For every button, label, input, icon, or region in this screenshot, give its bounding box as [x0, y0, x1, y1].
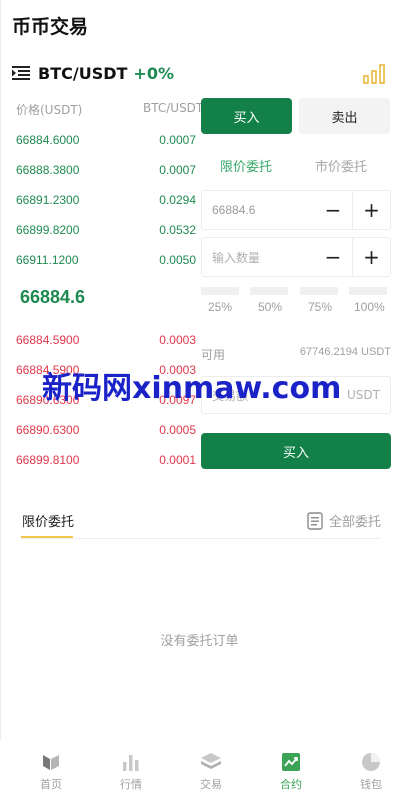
bid-price: 66899.8100 — [16, 453, 80, 467]
page-title: 币币交易 — [12, 16, 89, 38]
orderbook-amount-header: BTC/USDT — [143, 101, 204, 115]
empty-orders-text: 没有委托订单 — [160, 634, 239, 649]
ask-amount: 0.0050 — [159, 253, 196, 267]
tab-home-label: 首页 — [40, 778, 62, 791]
percent-25-label[interactable]: 25% — [208, 300, 232, 314]
orders-divider — [21, 538, 381, 539]
tab-market-label: 行情 — [120, 778, 142, 791]
price-plus-button[interactable]: + — [352, 191, 390, 229]
trade-icon — [200, 752, 222, 772]
trade-amount-unit: USDT — [347, 388, 380, 402]
available-value: 67746.2194 USDT — [299, 346, 391, 358]
ask-price: 66911.1200 — [16, 253, 79, 267]
ask-price: 66891.2300 — [16, 193, 80, 207]
bid-row[interactable]: 66884.5900 0.0003 — [16, 330, 196, 350]
ask-amount: 0.0294 — [159, 193, 196, 207]
percent-75-label[interactable]: 75% — [308, 300, 332, 314]
price-stepper: 66884.6 − + — [201, 190, 391, 230]
menu-icon — [12, 66, 30, 80]
limit-order-tab[interactable]: 限价委托 — [220, 156, 272, 175]
ask-row[interactable]: 66884.6000 0.0007 — [16, 130, 196, 150]
bid-price: 66890.6300 — [16, 423, 80, 437]
percent-50-bar[interactable] — [250, 287, 288, 295]
left-edge-divider — [0, 0, 1, 797]
bottom-tab-bar: 首页 行情 交易 合约 钱包 — [0, 740, 399, 797]
document-list-icon — [307, 511, 323, 530]
sell-tab[interactable]: 卖出 — [299, 98, 390, 134]
tab-wallet-label: 钱包 — [360, 778, 382, 791]
bid-price: 66884.5900 — [16, 333, 80, 347]
price-input[interactable]: 66884.6 — [202, 203, 314, 217]
quantity-input[interactable]: 输入数量 — [202, 249, 314, 266]
market-order-tab[interactable]: 市价委托 — [315, 156, 367, 175]
ask-row[interactable]: 66891.2300 0.0294 — [16, 190, 196, 210]
ask-amount: 0.0007 — [159, 163, 196, 177]
ask-price: 66899.8200 — [16, 223, 80, 237]
quantity-stepper: 输入数量 − + — [201, 237, 391, 277]
quantity-plus-button[interactable]: + — [352, 238, 390, 276]
percent-50-label[interactable]: 50% — [258, 300, 282, 314]
tab-trade[interactable]: 交易 — [171, 740, 251, 797]
price-minus-button[interactable]: − — [314, 191, 352, 229]
ask-price: 66884.6000 — [16, 133, 80, 147]
orders-tab-underline — [21, 536, 73, 538]
orderbook-price-header: 价格(USDT) — [16, 103, 83, 117]
ask-row[interactable]: 66888.3800 0.0007 — [16, 160, 196, 180]
tab-market[interactable]: 行情 — [91, 740, 171, 797]
pair-selector[interactable]: BTC/USDT +0% — [12, 62, 174, 84]
all-orders-label: 全部委托 — [328, 515, 381, 530]
bid-row[interactable]: 66899.8100 0.0001 — [16, 450, 196, 470]
bid-row[interactable]: 66890.6300 0.0005 — [16, 420, 196, 440]
buy-submit-button[interactable]: 买入 — [201, 433, 391, 469]
limit-orders-tab[interactable]: 限价委托 — [22, 511, 74, 530]
ask-amount: 0.0007 — [159, 133, 196, 147]
all-orders-link[interactable]: 全部委托 — [307, 511, 381, 530]
wallet-icon — [360, 752, 382, 772]
ask-amount: 0.0532 — [159, 223, 196, 237]
ask-price: 66888.3800 — [16, 163, 80, 177]
percent-75-bar[interactable] — [300, 287, 338, 295]
bid-amount: 0.0003 — [159, 333, 196, 347]
last-price: 66884.6 — [20, 287, 86, 307]
percent-25-bar[interactable] — [201, 287, 239, 295]
percent-100-label[interactable]: 100% — [354, 300, 385, 314]
tab-trade-label: 交易 — [200, 778, 222, 791]
tab-wallet[interactable]: 钱包 — [331, 740, 399, 797]
percent-100-bar[interactable] — [349, 287, 387, 295]
tab-contract-label: 合约 — [280, 778, 302, 791]
ask-row[interactable]: 66911.1200 0.0050 — [16, 250, 196, 270]
pair-change: +0% — [133, 63, 174, 83]
contract-icon — [280, 752, 302, 772]
tab-home[interactable]: 首页 — [11, 740, 91, 797]
available-label: 可用 — [201, 348, 226, 362]
market-icon — [120, 752, 142, 772]
bid-amount: 0.0005 — [159, 423, 196, 437]
buy-tab[interactable]: 买入 — [201, 98, 292, 134]
kline-chart-icon[interactable] — [363, 62, 385, 84]
home-icon — [40, 752, 62, 772]
ask-row[interactable]: 66899.8200 0.0532 — [16, 220, 196, 240]
quantity-minus-button[interactable]: − — [314, 238, 352, 276]
pair-name: BTC/USDT — [38, 63, 128, 83]
watermark-text: 新码网xinmaw.com — [42, 371, 342, 406]
bid-amount: 0.0001 — [159, 453, 196, 467]
tab-contract[interactable]: 合约 — [251, 740, 331, 797]
